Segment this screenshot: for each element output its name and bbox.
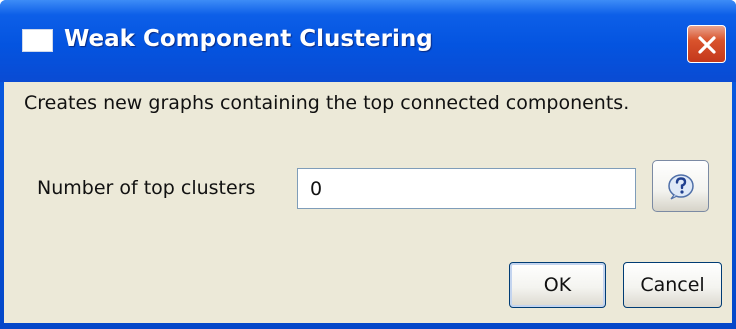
dialog-body: Creates new graphs containing the top co… — [4, 82, 732, 323]
cancel-button[interactable]: Cancel — [623, 262, 722, 308]
dialog-window: Weak Component Clustering Creates new gr… — [0, 0, 736, 329]
dialog-description: Creates new graphs containing the top co… — [24, 92, 630, 114]
number-of-top-clusters-label: Number of top clusters — [37, 177, 256, 199]
window-icon — [22, 29, 53, 52]
close-icon — [698, 36, 716, 54]
number-of-top-clusters-input[interactable] — [297, 168, 636, 209]
window-title: Weak Component Clustering — [64, 26, 433, 52]
help-button[interactable] — [652, 160, 709, 212]
ok-button[interactable]: OK — [509, 262, 606, 308]
help-icon — [668, 174, 694, 200]
close-button[interactable] — [687, 25, 726, 63]
title-bar[interactable]: Weak Component Clustering — [0, 0, 736, 82]
